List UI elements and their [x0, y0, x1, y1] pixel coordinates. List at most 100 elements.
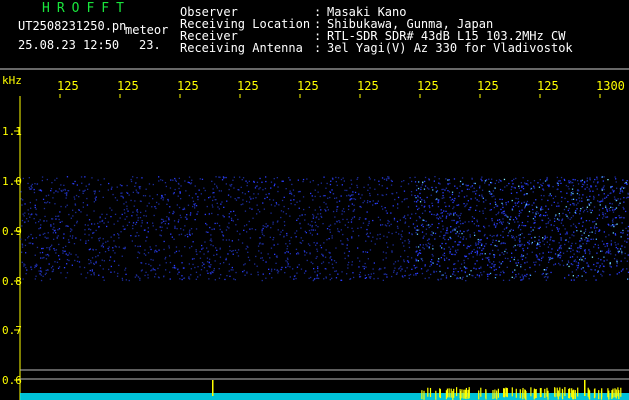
noise-dot — [242, 203, 244, 205]
noise-dot — [55, 249, 58, 251]
noise-dot — [351, 227, 353, 229]
noise-dot — [35, 199, 38, 201]
noise-dot — [494, 182, 496, 185]
noise-dot — [265, 180, 267, 183]
noise-dot — [372, 204, 374, 206]
noise-dot — [342, 208, 345, 210]
noise-dot — [340, 279, 343, 281]
noise-dot — [22, 177, 24, 180]
noise-dot — [516, 264, 518, 267]
noise-dot — [590, 238, 592, 240]
noise-dot — [356, 178, 358, 180]
noise-dot — [341, 271, 343, 273]
noise-dot — [377, 216, 380, 218]
noise-dot — [280, 216, 282, 219]
noise-dot — [487, 275, 489, 277]
baseline-spike — [615, 389, 617, 399]
noise-dot — [305, 270, 307, 272]
noise-dot — [219, 247, 221, 249]
noise-dot — [259, 237, 261, 239]
noise-dot — [114, 252, 116, 254]
noise-dot — [568, 247, 570, 249]
noise-dot — [270, 270, 273, 272]
noise-dot — [556, 188, 558, 191]
noise-dot — [168, 245, 170, 247]
noise-dot — [548, 251, 550, 253]
noise-dot — [579, 200, 581, 202]
noise-dot — [397, 196, 400, 199]
noise-dot — [111, 209, 113, 211]
noise-dot — [270, 212, 272, 214]
noise-dot — [184, 225, 186, 227]
noise-dot — [610, 186, 612, 188]
noise-dot — [359, 260, 361, 262]
noise-dot — [443, 255, 446, 257]
noise-dot — [490, 193, 492, 195]
noise-dot — [313, 268, 315, 270]
noise-dot — [21, 219, 24, 222]
noise-dot — [341, 213, 343, 215]
noise-dot — [329, 231, 331, 233]
noise-dot — [448, 214, 451, 216]
noise-dot — [603, 260, 605, 262]
noise-dot — [98, 226, 100, 228]
noise-dot — [501, 202, 503, 204]
noise-dot — [431, 202, 433, 204]
noise-dot — [453, 271, 455, 273]
noise-dot — [451, 191, 454, 193]
noise-dot — [70, 253, 72, 255]
noise-dot — [597, 271, 599, 273]
noise-dot — [33, 191, 36, 194]
noise-dot — [134, 185, 136, 187]
noise-dot — [52, 228, 54, 230]
noise-dot — [522, 248, 524, 250]
noise-dot — [270, 204, 273, 206]
noise-dot — [314, 221, 316, 223]
noise-dot — [513, 237, 515, 239]
noise-dot — [311, 225, 313, 227]
noise-dot — [45, 195, 47, 197]
noise-dot — [98, 240, 100, 242]
noise-dot — [357, 247, 359, 249]
noise-dot — [479, 185, 481, 187]
noise-dot — [481, 180, 483, 182]
noise-dot — [615, 217, 617, 219]
noise-dot — [225, 176, 227, 179]
noise-dot — [270, 181, 273, 183]
noise-dot — [414, 195, 416, 197]
noise-dot — [519, 234, 521, 236]
baseline-spike — [577, 387, 579, 397]
noise-dot — [619, 248, 622, 250]
noise-dot — [441, 220, 443, 222]
noise-dot — [443, 197, 445, 199]
noise-dot — [478, 225, 480, 227]
noise-dot — [502, 261, 504, 263]
noise-dot — [232, 269, 234, 271]
noise-dot — [366, 228, 368, 231]
noise-dot — [155, 228, 157, 231]
noise-dot — [615, 199, 617, 202]
noise-dot — [351, 237, 353, 239]
noise-dot — [254, 263, 256, 265]
noise-dot — [442, 195, 444, 197]
noise-dot — [421, 184, 423, 186]
noise-dot — [609, 192, 611, 195]
noise-dot — [620, 250, 623, 252]
noise-dot — [562, 252, 565, 254]
noise-dot — [266, 196, 268, 198]
noise-dot — [398, 268, 400, 270]
noise-dot — [209, 272, 211, 274]
noise-dot — [549, 193, 551, 195]
noise-dot — [290, 192, 292, 194]
noise-dot — [448, 191, 451, 193]
noise-dot — [317, 184, 319, 186]
noise-dot — [342, 243, 344, 245]
noise-dot — [387, 246, 389, 248]
noise-dot — [314, 209, 316, 211]
noise-dot — [576, 208, 578, 210]
noise-dot — [566, 250, 568, 252]
noise-dot — [583, 232, 585, 234]
noise-dot — [201, 265, 203, 267]
noise-dot — [275, 202, 277, 204]
noise-dot — [298, 207, 300, 209]
